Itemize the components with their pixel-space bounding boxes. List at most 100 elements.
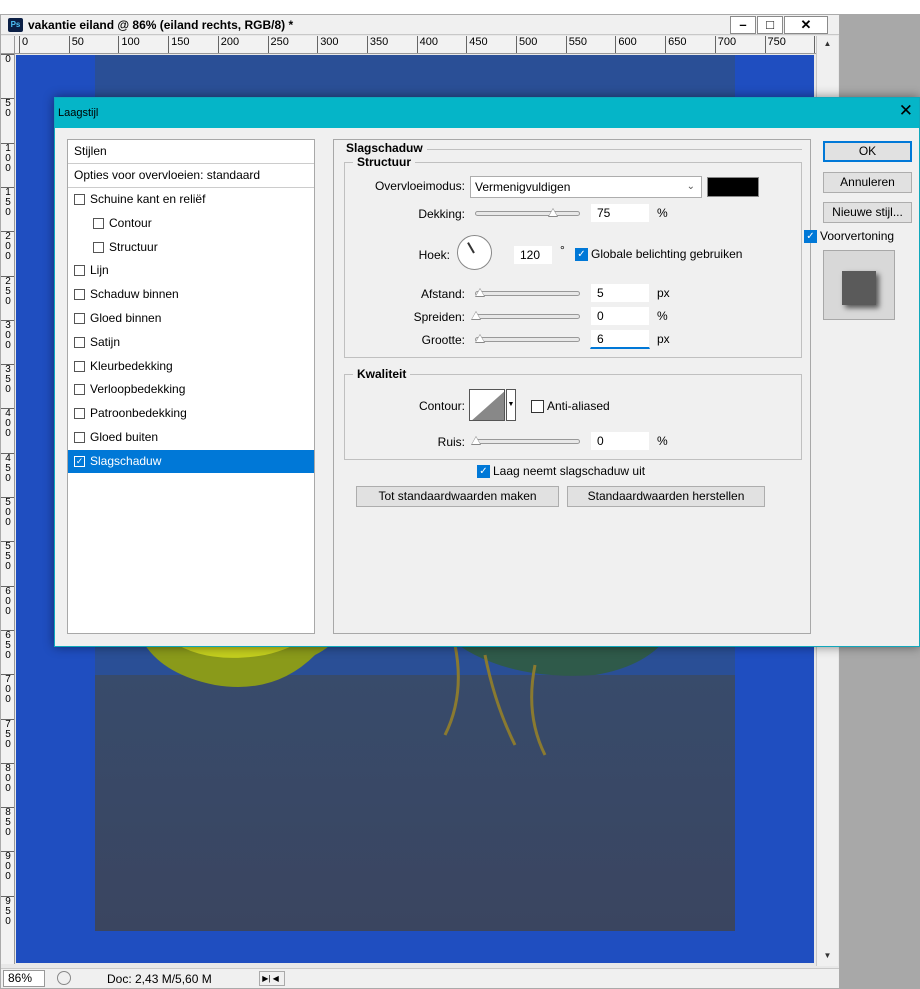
make-default-button[interactable]: Tot standaardwaarden maken — [356, 486, 559, 507]
checkbox-unchecked-icon[interactable] — [74, 360, 85, 372]
checkbox-unchecked-icon[interactable] — [74, 289, 85, 301]
style-item[interactable]: Contour — [68, 212, 314, 235]
ok-button[interactable]: OK — [823, 141, 912, 162]
ruler-h-tick: 350 — [366, 36, 388, 53]
blend-mode-label: Overvloeimodus: — [374, 179, 465, 193]
contour-curve-icon — [472, 391, 504, 420]
noise-unit: % — [657, 434, 668, 448]
spread-label: Spreiden: — [413, 310, 465, 324]
style-item[interactable]: Verloopbedekking — [68, 378, 314, 401]
reset-default-button[interactable]: Standaardwaarden herstellen — [567, 486, 765, 507]
distance-slider[interactable] — [475, 288, 580, 297]
new-style-button[interactable]: Nieuwe stijl... — [823, 202, 912, 223]
ruler-v-tick: 200 — [1, 231, 14, 262]
checkbox-unchecked-icon[interactable] — [74, 313, 85, 324]
horizontal-ruler[interactable]: 0 50 100 150 200 250 300 350 400 450 500 550 600 650 7… — [15, 36, 821, 54]
vertical-ruler[interactable]: 0 50 100 150 200 250 300 350 400 450 500 550 600 650 7… — [1, 54, 15, 964]
close-window-button[interactable]: ✕ — [784, 16, 828, 34]
distance-slider-thumb[interactable] — [475, 288, 485, 297]
anti-aliased-checkbox[interactable]: Anti-aliased — [531, 399, 610, 413]
angle-field[interactable]: 120 — [513, 245, 553, 265]
noise-slider[interactable] — [471, 436, 580, 445]
style-item-label: Gloed buiten — [90, 430, 159, 444]
style-item[interactable]: Lijn — [68, 259, 314, 282]
scroll-down-icon[interactable]: ▼ — [817, 948, 838, 964]
blending-options-item[interactable]: Opties voor overvloeien: standaard — [68, 164, 314, 187]
style-item[interactable]: Patroonbedekking — [68, 402, 314, 425]
anti-aliased-label: Anti-aliased — [547, 399, 610, 413]
style-item[interactable]: Structuur — [68, 236, 314, 259]
ruler-v-tick: 700 — [1, 674, 14, 705]
ruler-v-tick: 0 — [1, 54, 14, 65]
global-light-checkbox[interactable]: ✓ Globale belichting gebruiken — [575, 247, 742, 261]
style-preview — [823, 250, 895, 320]
opacity-slider-thumb[interactable] — [548, 208, 559, 217]
spread-field[interactable]: 0 — [590, 306, 650, 326]
checkbox-unchecked-icon[interactable] — [74, 384, 85, 396]
size-slider[interactable] — [475, 334, 580, 343]
minimize-button[interactable]: – — [730, 16, 756, 34]
style-item[interactable]: ✓ Slagschaduw — [68, 449, 314, 473]
ruler-v-tick: 250 — [1, 275, 14, 307]
cancel-button[interactable]: Annuleren — [823, 172, 912, 193]
distance-field[interactable]: 5 — [590, 283, 650, 303]
spread-unit: % — [657, 309, 668, 323]
style-item-label: Schaduw binnen — [90, 287, 179, 302]
style-item[interactable]: Kleurbedekking — [68, 355, 314, 378]
spread-slider-thumb[interactable] — [471, 311, 481, 320]
ruler-corner[interactable] — [1, 36, 15, 54]
preview-checkbox[interactable]: ✓ Voorvertoning — [804, 229, 894, 243]
maximize-button[interactable]: □ — [757, 16, 783, 34]
checkbox-unchecked-icon[interactable] — [74, 408, 85, 420]
contour-picker[interactable] — [469, 389, 505, 421]
checkbox-unchecked-icon[interactable] — [74, 432, 85, 443]
zoom-field[interactable]: 86% — [3, 970, 45, 987]
checkbox-checked-icon[interactable]: ✓ — [74, 455, 85, 467]
ruler-v-tick: 350 — [1, 364, 14, 395]
size-field[interactable]: 6 — [590, 329, 650, 349]
ruler-h-tick: 450 — [466, 36, 488, 53]
shadow-color-swatch[interactable] — [707, 177, 759, 197]
ruler-v-tick: 750 — [1, 718, 14, 750]
checkbox-unchecked-icon[interactable] — [74, 194, 85, 205]
checkbox-unchecked-icon — [531, 399, 544, 413]
checkbox-unchecked-icon[interactable] — [93, 241, 104, 253]
checkbox-unchecked-icon[interactable] — [74, 265, 85, 277]
contour-dropdown-icon[interactable]: ▼ — [506, 389, 516, 421]
style-item-label: Lijn — [90, 263, 109, 278]
opacity-field[interactable]: 75 — [590, 203, 650, 223]
knockout-label: Laag neemt slagschaduw uit — [493, 464, 646, 478]
blend-mode-select[interactable]: Vermenigvuldigen ⌄ — [470, 176, 702, 198]
checkbox-unchecked-icon[interactable] — [93, 217, 104, 229]
styles-header[interactable]: Stijlen — [68, 140, 314, 163]
angle-label: Hoek: — [418, 248, 450, 262]
style-item[interactable]: Gloed binnen — [68, 307, 314, 330]
style-item-label: Kleurbedekking — [90, 358, 173, 373]
status-info-icon[interactable] — [57, 971, 71, 985]
chevron-down-icon: ⌄ — [686, 181, 695, 192]
status-menu-arrow-icon[interactable]: ▶| ◀ — [259, 971, 285, 986]
dialog-close-icon[interactable]: ✕ — [899, 102, 913, 120]
spread-slider[interactable] — [471, 311, 580, 320]
style-item[interactable]: Schuine kant en reliëf — [68, 188, 314, 211]
ruler-v-tick: 550 — [1, 541, 14, 572]
knockout-checkbox[interactable]: ✓ Laag neemt slagschaduw uit — [477, 464, 645, 478]
ruler-h-tick: 0 — [19, 36, 28, 53]
ruler-v-tick: 900 — [1, 851, 14, 882]
ruler-h-tick: 200 — [217, 36, 239, 53]
ruler-h-tick: 600 — [615, 36, 637, 53]
document-titlebar[interactable]: Ps vakantie eiland @ 86% (eiland rechts,… — [1, 15, 839, 35]
angle-dial[interactable] — [457, 235, 492, 270]
size-slider-thumb[interactable] — [475, 334, 485, 343]
style-item[interactable]: Schaduw binnen — [68, 283, 314, 306]
dialog-titlebar[interactable]: Laagstijl ✕ — [55, 98, 919, 128]
dialog-title: Laagstijl — [58, 107, 99, 119]
style-item[interactable]: Satijn — [68, 331, 314, 354]
scroll-up-icon[interactable]: ▲ — [817, 36, 838, 52]
background-text-band — [0, 0, 920, 14]
noise-slider-thumb[interactable] — [471, 436, 481, 445]
noise-field[interactable]: 0 — [590, 431, 650, 451]
checkbox-unchecked-icon[interactable] — [74, 336, 85, 348]
style-item[interactable]: Gloed buiten — [68, 426, 314, 449]
opacity-slider[interactable] — [475, 208, 580, 217]
